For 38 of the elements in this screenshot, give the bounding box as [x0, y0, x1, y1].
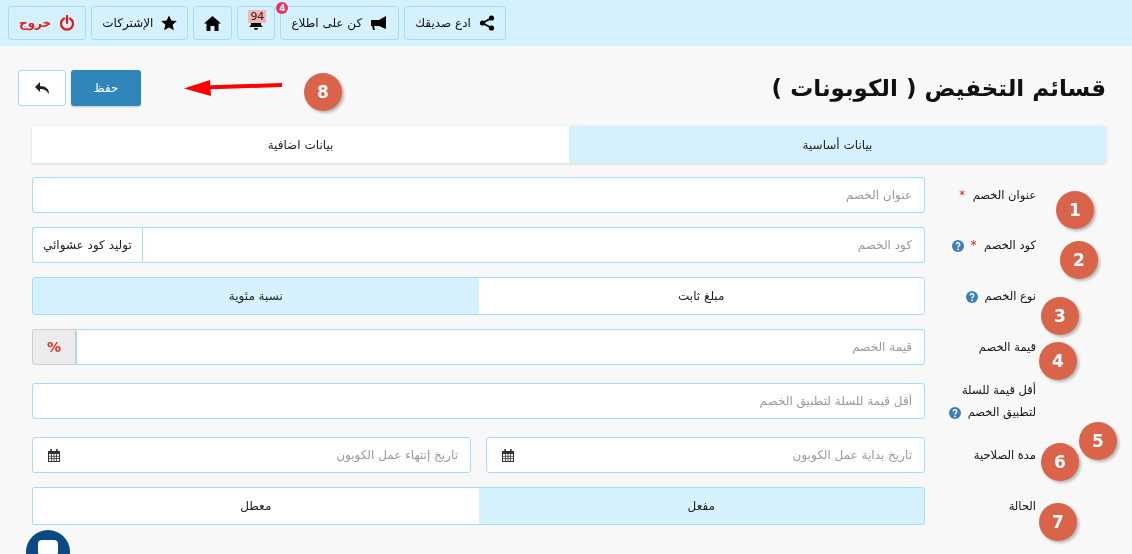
- callout-number: 6: [1041, 443, 1079, 481]
- field-label: نوع الخصم: [984, 289, 1036, 303]
- text-input[interactable]: عنوان الخصم: [32, 177, 925, 213]
- toolbar-button[interactable]: الإشتركات: [91, 6, 189, 40]
- required-mark: *: [959, 188, 965, 202]
- callout-number: 7: [1039, 503, 1077, 541]
- field-label: أقل قيمة للسلة لتطبيق الخصم: [961, 383, 1036, 419]
- page-title: قسائم التخفيض ( الكوبونات ): [771, 75, 1106, 101]
- toggle-option[interactable]: مبلغ ثابت: [478, 278, 924, 314]
- tab[interactable]: بيانات أساسية: [569, 126, 1106, 163]
- callout-number: 3: [1041, 297, 1079, 335]
- callout-number: 8: [304, 73, 342, 111]
- callout-number: 1: [1056, 191, 1094, 229]
- save-button[interactable]: حفظ: [71, 70, 141, 106]
- generate-code-button[interactable]: توليد كود عشوائي: [32, 227, 142, 263]
- toggle-option[interactable]: نسبة مئوية: [33, 278, 479, 314]
- required-mark: *: [970, 238, 977, 252]
- field-label: قيمة الخصم: [978, 340, 1036, 354]
- field-label: كود الخصم: [984, 238, 1036, 252]
- toggle-option[interactable]: معطل: [33, 488, 479, 524]
- notification-badge: 4: [276, 2, 289, 14]
- field-label: الحالة: [1008, 499, 1036, 513]
- notification-count: 94: [248, 10, 267, 23]
- date-field[interactable]: تاريخ بداية عمل الكوبون: [486, 437, 925, 473]
- callout-number: 4: [1039, 342, 1077, 380]
- callout-number: 5: [1079, 422, 1117, 460]
- callout-number: 2: [1060, 241, 1098, 279]
- toolbar-button[interactable]: 94: [237, 6, 276, 40]
- date-field[interactable]: تاريخ إنتهاء عمل الكوبون: [32, 437, 471, 473]
- percent-addon: %: [32, 329, 76, 365]
- toolbar-button[interactable]: ادع صديقك: [404, 6, 506, 40]
- text-input[interactable]: قيمة الخصم: [76, 329, 925, 365]
- field-label: مدة الصلاحية: [973, 448, 1036, 462]
- tab[interactable]: بيانات اضافية: [32, 126, 569, 163]
- toggle-option[interactable]: مفعل: [478, 488, 924, 524]
- field-label: عنوان الخصم: [972, 188, 1036, 202]
- toolbar-button[interactable]: خروج: [8, 6, 87, 40]
- text-input[interactable]: كود الخصم: [141, 227, 925, 263]
